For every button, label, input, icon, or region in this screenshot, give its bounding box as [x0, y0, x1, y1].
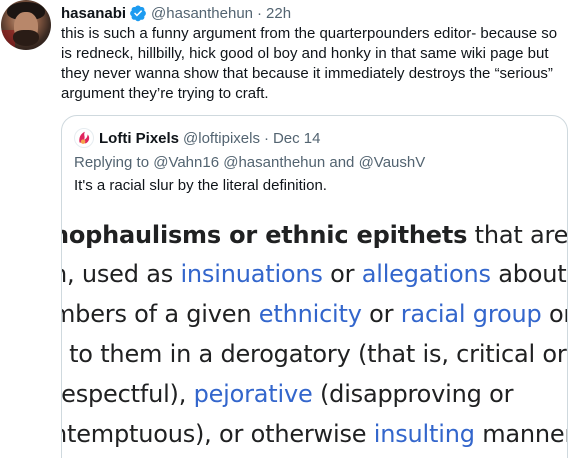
wiki-text-segment: n, used as — [62, 260, 181, 288]
wiki-link: racial group — [400, 300, 542, 328]
tweet-header: hasanabi @hasanthehun · 22h — [61, 3, 291, 23]
author-handle[interactable]: @hasanthehun — [151, 5, 253, 22]
wiki-text-line: respectful), pejorative (disapproving or — [62, 380, 513, 408]
wiki-text-segment: r to them in a derogatory (that is, crit… — [62, 340, 567, 368]
wiki-link: allegations — [361, 260, 491, 288]
wiki-text-segment: that are, or have — [474, 221, 568, 249]
wiki-text-line: mbers of a given ethnicity or racial gro… — [62, 300, 567, 328]
quoted-tweet-header: Lofti Pixels @loftipixels · Dec 14 — [74, 128, 320, 148]
wiki-text-segment: or — [361, 300, 401, 328]
separator-dot: · — [257, 4, 263, 22]
wiki-link: insinuations — [180, 260, 323, 288]
verified-badge-icon — [129, 4, 147, 22]
wiki-link: pejorative — [193, 380, 313, 408]
wiki-text-segment: or to — [548, 300, 567, 328]
wiki-text-segment: manner. — [482, 420, 567, 448]
wiki-text-segment: or — [322, 260, 362, 288]
quoted-author-name: Lofti Pixels — [99, 129, 180, 147]
quoted-tweet-card[interactable]: Lofti Pixels @loftipixels · Dec 14 Reply… — [61, 115, 568, 458]
wiki-text-segment: about — [490, 260, 567, 288]
wiki-text-segment: mbers of a given — [62, 300, 259, 328]
replying-mentions: @Vahn16 @hasanthehun — [153, 154, 326, 171]
replying-prefix: Replying to — [74, 154, 150, 171]
quoted-tweet-text: It's a racial slur by the literal defini… — [74, 177, 327, 194]
replying-and: and — [329, 154, 355, 171]
wiki-link: insulting — [373, 420, 475, 448]
wiki-text-line: r to them in a derogatory (that is, crit… — [62, 340, 567, 368]
quoted-author-handle: @loftipixels — [183, 129, 260, 147]
replying-last-mention: @VaushV — [358, 154, 426, 171]
wiki-text-line: n, used as insinuations or allegations a… — [62, 260, 567, 288]
author-name[interactable]: hasanabi — [61, 5, 126, 22]
tweet-timestamp[interactable]: 22h — [266, 5, 291, 22]
wiki-link: ethnicity — [258, 300, 362, 328]
tweet-text: this is such a funny argument from the q… — [61, 25, 558, 102]
wiki-text-segment: nophaulisms or ethnic epithets — [62, 221, 468, 249]
wiki-text-line: nophaulisms or ethnic epithets that are,… — [62, 221, 568, 249]
quoted-timestamp: Dec 14 — [272, 129, 321, 147]
replying-to-line: Replying to @Vahn16 @hasanthehun and @Va… — [74, 154, 425, 171]
wiki-text-line: ntemptuous), or otherwise insulting mann… — [62, 420, 567, 448]
quoted-separator-dot: · — [263, 129, 269, 147]
wiki-text-segment: ntemptuous), or otherwise — [62, 420, 374, 448]
author-avatar[interactable] — [1, 0, 51, 50]
wiki-text-segment: respectful), — [62, 380, 194, 408]
quoted-author-avatar — [74, 128, 94, 148]
quoted-tweet-image[interactable]: nophaulisms or ethnic epithets that are,… — [62, 209, 568, 458]
wiki-text-segment: (disapproving or — [312, 380, 514, 408]
avatar-beard — [13, 30, 39, 46]
